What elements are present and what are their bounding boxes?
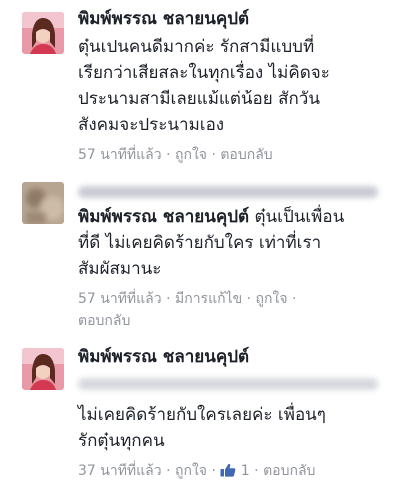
like-link[interactable]: ถูกใจ [175,463,207,479]
comment-line: สังคมจะประนามเอง [78,115,225,135]
separator: · [292,291,297,307]
comment-meta: 37 นาทีที่แล้ว · ถูกใจ · 1 · ตอบกลับ [78,460,392,482]
profile-photo [22,12,64,54]
separator: · [246,291,252,307]
timestamp[interactable]: 57 นาทีที่แล้ว [78,147,162,163]
comment-author[interactable]: พิมพ์พรรณ ชลายนคุปต์ [78,8,392,30]
edited-label[interactable]: มีการแก้ไข [175,291,242,307]
comment-author[interactable]: พิมพ์พรรณ ชลายนคุปต์ [78,207,249,227]
comment-line: ที่ดี ไม่เคยคิดร้ายกับใคร เท่าที่เรา [78,233,322,253]
like-count-value: 1 [240,463,250,479]
separator: · [166,463,171,479]
comment-line: รักตุ๋นทุกคน [78,431,165,451]
comment-text: ไม่เคยคิดร้ายกับใครเลยค่ะ เพื่อนๆ รักตุ๋… [78,402,392,454]
avatar[interactable] [22,348,64,390]
comment-line-inline: ตุ๋นเป็นเพื่อน [254,207,345,227]
avatar[interactable] [22,12,64,54]
like-count[interactable]: 1 [220,463,254,479]
avatar-blurred[interactable] [22,182,64,224]
comment-meta: 57 นาทีที่แล้ว · ถูกใจ · ตอบกลับ [78,144,392,166]
separator: · [166,147,171,163]
comment-author[interactable]: พิมพ์พรรณ ชลายนคุปต์ [78,346,392,368]
separator: · [254,463,259,479]
blurred-reply-author [78,186,378,198]
comment-line: ไม่เคยคิดร้ายกับใครเลยค่ะ เพื่อนๆ [78,405,326,425]
comment-text: ตุ๋นเปนคนดีมากค่ะ รักสามีแบบที่ เรียกว่า… [78,34,392,138]
profile-photo [22,348,64,390]
comment-line: สัมผัสมานะ [78,259,162,279]
separator: · [211,147,216,163]
reply-link[interactable]: ตอบกลับ [78,313,130,329]
comment-meta: 57 นาทีที่แล้ว · มีการแก้ไข · ถูกใจ · ตอ… [78,288,392,332]
comment-line: ประนามสามีเลยแม้แต่น้อย สักวัน [78,89,320,109]
separator: · [211,463,216,479]
reply-link[interactable]: ตอบกลับ [220,147,272,163]
reply-link[interactable]: ตอบกลับ [263,463,315,479]
like-link[interactable]: ถูกใจ [175,147,207,163]
like-link[interactable]: ถูกใจ [256,291,288,307]
blurred-mention [78,378,378,390]
comment-line: เรียกว่าเสียสละในทุกเรื่อง ไม่คิดจะ [78,63,330,83]
comment-line: ตุ๋นเปนคนดีมากค่ะ รักสามีแบบที่ [78,37,315,57]
comment-line: พิมพ์พรรณ ชลายนคุปต์ ตุ๋นเป็นเพื่อน [78,204,392,230]
blurred-profile-photo [22,182,64,224]
timestamp[interactable]: 57 นาทีที่แล้ว [78,291,162,307]
thumbs-up-icon [220,463,236,477]
comment-text: พิมพ์พรรณ ชลายนคุปต์ ตุ๋นเป็นเพื่อน ที่ด… [78,204,392,282]
separator: · [166,291,171,307]
timestamp[interactable]: 37 นาทีที่แล้ว [78,463,162,479]
